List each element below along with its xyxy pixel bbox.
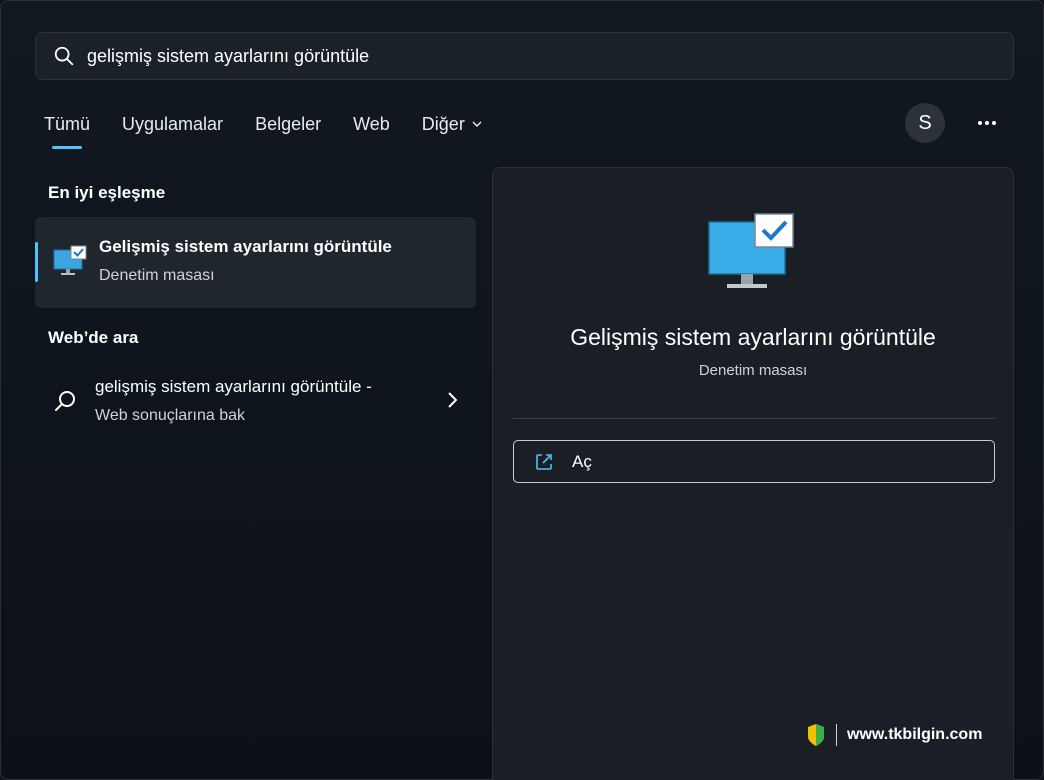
web-search-heading: Web’de ara xyxy=(48,328,139,347)
tab-all[interactable]: Tümü xyxy=(44,109,91,149)
watermark-text: www.tkbilgin.com xyxy=(847,726,983,743)
search-box[interactable] xyxy=(35,32,1014,80)
tab-more[interactable]: Diğer xyxy=(422,109,483,139)
best-match-heading: En iyi eşleşme xyxy=(48,183,166,202)
avatar-initial: S xyxy=(918,111,932,134)
divider xyxy=(513,418,995,419)
detail-title: Gelişmiş sistem ayarlarını görüntüle xyxy=(570,324,936,350)
open-button[interactable]: Aç xyxy=(513,440,995,483)
chevron-down-icon xyxy=(472,121,482,127)
tab-more-label: Diğer xyxy=(421,113,465,134)
search-icon xyxy=(54,46,74,66)
more-icon xyxy=(978,121,982,125)
tab-all-label: Tümü xyxy=(44,113,91,134)
detail-subtitle: Denetim masası xyxy=(698,362,808,379)
open-button-label: Aç xyxy=(572,451,592,471)
tab-apps[interactable]: Uygulamalar xyxy=(122,109,223,139)
selection-indicator xyxy=(35,242,38,282)
tab-apps-label: Uygulamalar xyxy=(122,113,224,134)
monitor-check-icon xyxy=(708,213,794,288)
monitor-check-icon xyxy=(53,245,87,275)
filter-tabs: Tümü Uygulamalar Belgeler Web Diğer xyxy=(44,109,515,149)
web-search-subtitle: Web sonuçlarına bak xyxy=(95,407,246,424)
web-search-result[interactable]: gelişmiş sistem ayarlarını görüntüle - W… xyxy=(35,363,476,439)
detail-panel: Gelişmiş sistem ayarlarını görüntüle Den… xyxy=(492,167,1014,780)
brand-logo-icon xyxy=(808,724,824,746)
watermark: www.tkbilgin.com xyxy=(806,723,982,747)
best-match-title: Gelişmiş sistem ayarlarını görüntüle xyxy=(99,237,392,256)
search-input[interactable] xyxy=(87,45,1013,67)
more-options-button[interactable] xyxy=(973,113,1001,133)
user-avatar[interactable]: S xyxy=(905,103,945,143)
best-match-subtitle: Denetim masası xyxy=(99,267,215,284)
more-icon-dot xyxy=(985,121,989,125)
tab-documents[interactable]: Belgeler xyxy=(255,109,321,139)
best-match-result[interactable]: Gelişmiş sistem ayarlarını görüntüle Den… xyxy=(35,217,476,308)
tab-documents-label: Belgeler xyxy=(255,113,322,134)
tab-web-label: Web xyxy=(353,113,390,134)
search-window: Tümü Uygulamalar Belgeler Web Diğer S En… xyxy=(0,0,1044,780)
open-external-icon xyxy=(536,453,552,470)
search-icon xyxy=(55,391,75,411)
chevron-right-icon[interactable] xyxy=(445,391,459,409)
web-search-title: gelişmiş sistem ayarlarını görüntüle - xyxy=(95,377,372,396)
watermark-separator xyxy=(836,724,837,746)
tab-web[interactable]: Web xyxy=(353,109,390,139)
more-icon-dot xyxy=(992,121,996,125)
